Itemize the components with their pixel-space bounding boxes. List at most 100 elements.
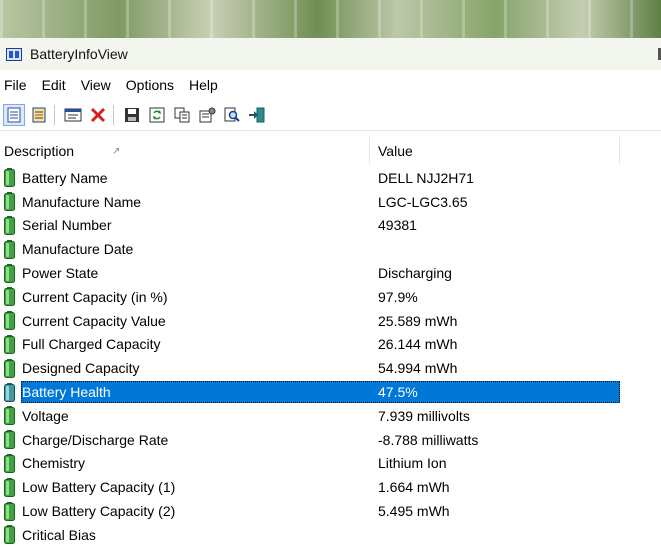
- list-item[interactable]: Full Charged Capacity 26.144 mWh: [0, 333, 661, 357]
- delete-button[interactable]: [87, 104, 109, 126]
- app-icon: [6, 47, 22, 61]
- exit-button[interactable]: [246, 104, 268, 126]
- refresh-button[interactable]: [146, 104, 168, 126]
- refresh-icon: [149, 107, 165, 123]
- copy-icon: [174, 107, 189, 123]
- list-item[interactable]: Low Battery Capacity (1) 1.664 mWh: [0, 475, 661, 499]
- html-report-all-button[interactable]: [28, 104, 50, 126]
- exit-icon: [249, 107, 265, 123]
- menu-help[interactable]: Help: [185, 77, 227, 93]
- description-cell: Serial Number: [0, 215, 370, 235]
- sort-ascending-icon: ↗: [112, 146, 121, 157]
- list-item[interactable]: Current Capacity (in %) 97.9%: [0, 285, 661, 309]
- menu-options[interactable]: Options: [122, 77, 183, 93]
- menu-bar: File Edit View Options Help: [0, 70, 661, 100]
- battery-icon: [4, 215, 15, 235]
- html-report-icon: [7, 107, 21, 123]
- window-title: BatteryInfoView: [30, 46, 128, 62]
- row-value: LGC-LGC3.65: [378, 193, 468, 210]
- list-item[interactable]: Manufacture Date: [0, 237, 661, 261]
- menu-view[interactable]: View: [77, 77, 120, 93]
- battery-icon: [4, 192, 15, 212]
- row-value: 49381: [378, 217, 417, 234]
- row-description: Low Battery Capacity (1): [22, 479, 176, 496]
- battery-icon: [4, 430, 15, 450]
- battery-icon: [4, 239, 15, 259]
- list-item[interactable]: Serial Number 49381: [0, 214, 661, 238]
- menu-edit[interactable]: Edit: [38, 77, 75, 93]
- description-cell: Power State: [0, 263, 370, 283]
- row-description: Manufacture Name: [22, 193, 142, 210]
- row-value: 47.5%: [378, 384, 418, 401]
- description-cell: Battery Name: [0, 168, 370, 188]
- save-button[interactable]: [121, 104, 143, 126]
- description-cell: Full Charged Capacity: [0, 334, 370, 354]
- title-bar[interactable]: BatteryInfoView: [0, 38, 661, 70]
- desktop-wallpaper-strip: [0, 0, 661, 38]
- row-value: DELL NJJ2H71: [378, 169, 474, 186]
- list-item[interactable]: Low Battery Capacity (2) 5.495 mWh: [0, 499, 661, 523]
- description-cell: Current Capacity (in %): [0, 287, 370, 307]
- find-icon: [224, 107, 240, 122]
- row-description: Charge/Discharge Rate: [22, 431, 169, 448]
- row-description: Battery Health: [22, 384, 111, 401]
- column-header-value[interactable]: Value: [370, 137, 620, 164]
- battery-icon: [4, 525, 15, 545]
- find-button[interactable]: [221, 104, 243, 126]
- row-value: 5.495 mWh: [378, 503, 450, 520]
- list-item[interactable]: Current Capacity Value 25.589 mWh: [0, 309, 661, 333]
- delete-icon: [90, 107, 106, 123]
- row-description: Voltage: [22, 407, 69, 424]
- column-header-value-label: Value: [378, 142, 413, 159]
- row-value: 54.994 mWh: [378, 360, 458, 377]
- list-header: Description ↗ Value: [0, 137, 661, 164]
- list-item[interactable]: Power State Discharging: [0, 261, 661, 285]
- list-item[interactable]: Charge/Discharge Rate -8.788 milliwatts: [0, 428, 661, 452]
- row-description: Manufacture Date: [22, 241, 134, 258]
- column-header-description[interactable]: Description ↗: [0, 137, 370, 164]
- copy-button[interactable]: [171, 104, 193, 126]
- row-description: Battery Name: [22, 169, 108, 186]
- row-value: 1.664 mWh: [378, 479, 450, 496]
- properties-window-icon: [64, 108, 82, 122]
- battery-icon: [4, 287, 15, 307]
- battery-icon: [4, 453, 15, 473]
- menu-file[interactable]: File: [0, 77, 36, 93]
- list-item[interactable]: Designed Capacity 54.994 mWh: [0, 356, 661, 380]
- description-cell: Manufacture Name: [0, 192, 370, 212]
- description-cell: Low Battery Capacity (2): [0, 501, 370, 521]
- list-item[interactable]: Voltage 7.939 millivolts: [0, 404, 661, 428]
- description-cell: Low Battery Capacity (1): [0, 477, 370, 497]
- row-description: Current Capacity (in %): [22, 288, 168, 305]
- battery-icon: [4, 334, 15, 354]
- properties-button[interactable]: [196, 104, 218, 126]
- battery-icon: [4, 406, 15, 426]
- description-cell: Designed Capacity: [0, 358, 370, 378]
- toolbar-separator: [54, 105, 55, 125]
- list-item[interactable]: Battery Name DELL NJJ2H71: [0, 166, 661, 190]
- row-description: Serial Number: [22, 217, 112, 234]
- list-item-selected[interactable]: Battery Health 47.5%: [0, 380, 661, 404]
- battery-icon: [4, 501, 15, 521]
- description-cell: Voltage: [0, 406, 370, 426]
- row-description: Designed Capacity: [22, 360, 140, 377]
- properties-window-button[interactable]: [62, 104, 84, 126]
- list-item[interactable]: Manufacture Name LGC-LGC3.65: [0, 190, 661, 214]
- description-cell: Current Capacity Value: [0, 311, 370, 331]
- row-description: Chemistry: [22, 455, 86, 472]
- description-cell: Manufacture Date: [0, 239, 370, 259]
- save-icon: [125, 108, 139, 122]
- html-report-button[interactable]: [3, 104, 25, 126]
- list-item[interactable]: Chemistry Lithium Ion: [0, 452, 661, 476]
- row-description: Critical Bias: [22, 526, 96, 543]
- row-description: Low Battery Capacity (2): [22, 503, 176, 520]
- row-value: 7.939 millivolts: [378, 407, 470, 424]
- list-item[interactable]: Critical Bias: [0, 523, 661, 547]
- row-value: 97.9%: [378, 288, 418, 305]
- row-value: -8.788 milliwatts: [378, 431, 479, 448]
- properties-icon: [199, 107, 215, 123]
- description-cell: Charge/Discharge Rate: [0, 430, 370, 450]
- battery-icon: [4, 358, 15, 378]
- row-value: 26.144 mWh: [378, 336, 458, 353]
- battery-icon: [4, 263, 15, 283]
